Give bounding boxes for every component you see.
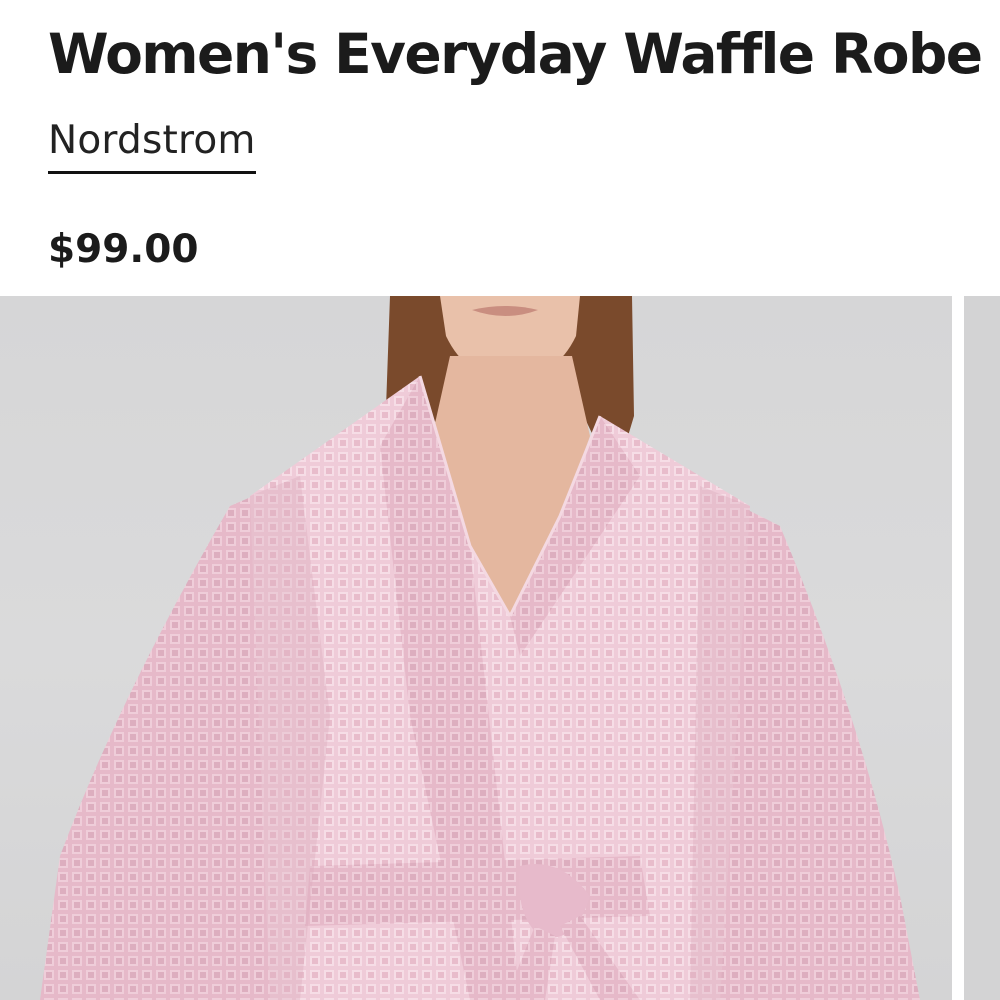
product-price: $99.00 bbox=[48, 227, 199, 272]
next-product-photo-peek[interactable] bbox=[964, 296, 1000, 1000]
product-photo[interactable] bbox=[0, 296, 952, 1000]
robe-photo-illustration bbox=[40, 296, 920, 1000]
brand-link[interactable]: Nordstrom bbox=[48, 114, 256, 174]
product-image-carousel[interactable] bbox=[0, 296, 1000, 1000]
product-title: Women's Everyday Waffle Robe bbox=[48, 22, 983, 86]
